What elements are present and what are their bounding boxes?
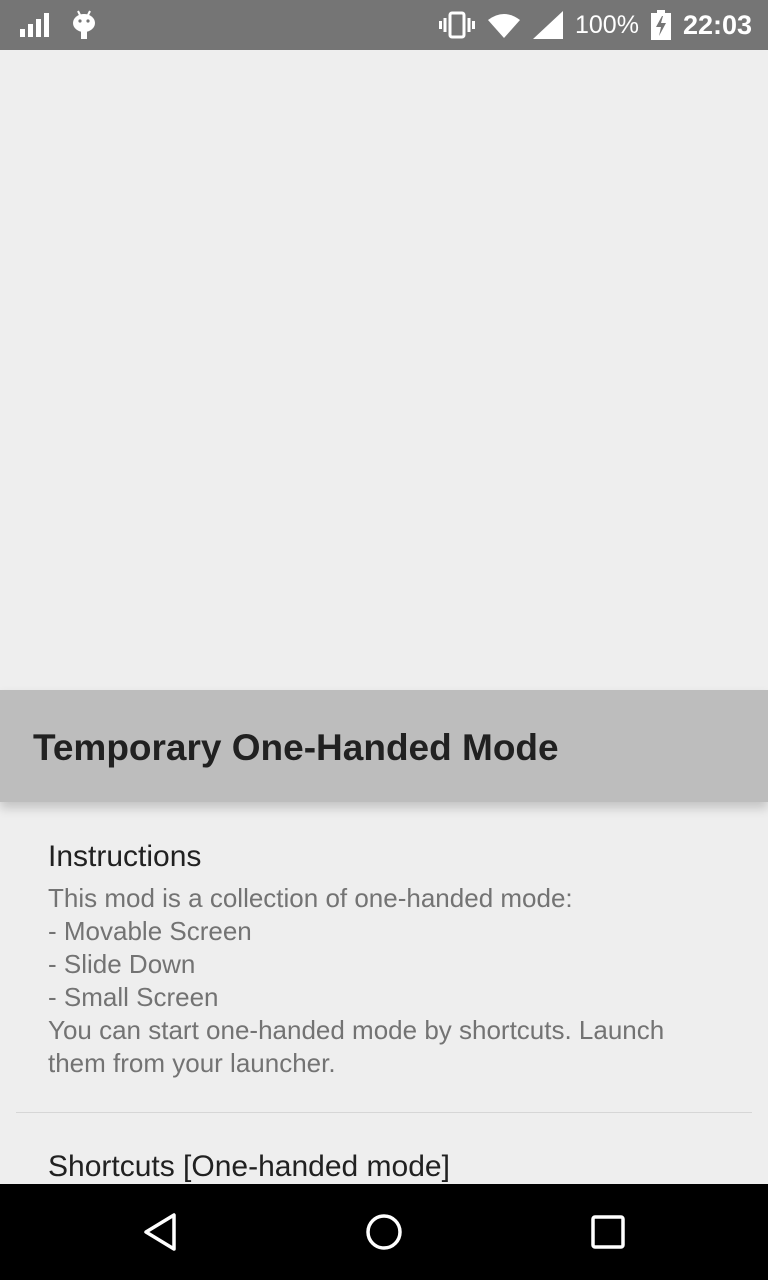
summary-line: - Movable Screen: [48, 916, 252, 946]
home-button[interactable]: [354, 1202, 414, 1262]
summary-line: - Slide Down: [48, 949, 196, 979]
android-debug-icon: [72, 10, 96, 40]
empty-area: [0, 50, 768, 690]
back-icon: [142, 1212, 178, 1252]
recents-icon: [591, 1215, 625, 1249]
preference-title: Shortcuts [One-handed mode]: [48, 1150, 450, 1183]
preference-summary: This mod is a collection of one-handed m…: [48, 882, 728, 1080]
clock: 22:03: [682, 9, 752, 40]
battery-percent: 100%: [574, 10, 639, 39]
navigation-bar: [0, 1184, 768, 1280]
summary-line: You can start one-handed mode by shortcu…: [48, 1015, 665, 1045]
dialog-title: Temporary One-Handed Mode: [33, 727, 559, 768]
summary-line: them from your launcher.: [48, 1048, 336, 1078]
divider: [16, 1112, 752, 1113]
back-button[interactable]: [130, 1202, 190, 1262]
status-bar: 100% 22:03: [0, 0, 768, 50]
dialog-body[interactable]: Instructions This mod is a collection of…: [0, 802, 768, 1184]
home-icon: [365, 1213, 403, 1251]
cell-signal-icon: [532, 11, 563, 39]
preference-shortcuts[interactable]: Shortcuts [One-handed mode]: [48, 1150, 728, 1184]
preference-title: Instructions: [48, 840, 202, 873]
preference-instructions[interactable]: Instructions This mod is a collection of…: [48, 840, 728, 1080]
summary-line: - Small Screen: [48, 982, 219, 1012]
wifi-icon: [487, 12, 521, 38]
signal-icon: [20, 13, 50, 37]
recents-button[interactable]: [578, 1202, 638, 1262]
battery-charging-icon: [650, 10, 671, 40]
summary-line: This mod is a collection of one-handed m…: [48, 883, 573, 913]
vibrate-icon: [438, 11, 475, 39]
dialog-header: Temporary One-Handed Mode: [0, 690, 768, 802]
